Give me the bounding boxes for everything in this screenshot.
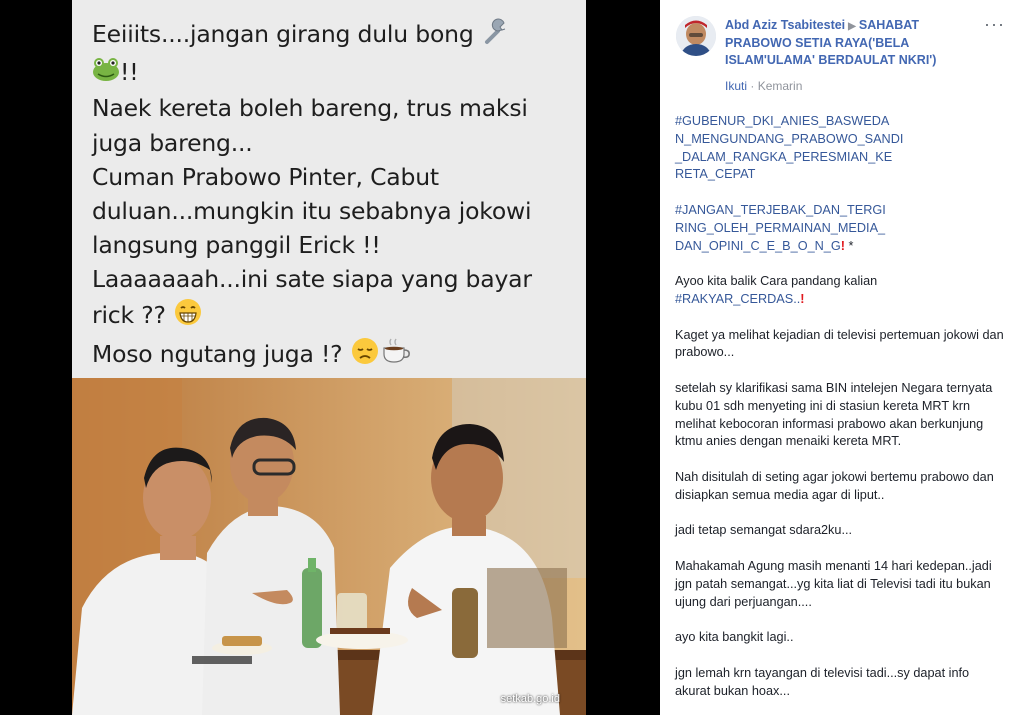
hashtag-link[interactable]: #GUBENUR_DKI_ANIES_BASWEDA N_MENGUNDANG_… — [675, 113, 1007, 184]
post-paragraph: Mahakamah Agung masih menanti 14 hari ke… — [675, 558, 992, 609]
meme-line-5: Cuman Prabowo Pinter, Cabut — [92, 162, 439, 191]
meme-line-4: juga bareng... — [92, 128, 253, 157]
post-paragraph: jadi tetap semangat sdara2ku... — [675, 523, 853, 538]
post-meta: Ikuti · Kemarin — [725, 79, 802, 93]
post-body: #GUBENUR_DKI_ANIES_BASWEDA N_MENGUNDANG_… — [675, 113, 1007, 715]
post-paragraph: ayo kita bangkit lagi.. — [675, 630, 794, 645]
meme-line-1: Eeiiits....jangan girang dulu bong — [92, 20, 474, 49]
post-paragraph: Ayoo kita balik Cara pandang kalian — [675, 274, 878, 289]
frog-icon — [92, 56, 120, 91]
hashtag-part: #GUBENUR_DKI_ANIES_BASWEDA — [675, 114, 890, 128]
post-paragraph: Nah disitulah di seting agar jokowi bert… — [675, 469, 994, 502]
follow-button[interactable]: Ikuti — [725, 79, 747, 93]
meme-line-7: langsung panggil Erick !! — [92, 231, 381, 260]
meta-separator: · — [750, 79, 755, 93]
hashtag-part: N_MENGUNDANG_PRABOWO_SANDI — [675, 131, 904, 146]
photo-credit: setkab.go.id — [500, 693, 560, 705]
photo-scene: setkab.go.id — [72, 378, 586, 715]
post-paragraph: Kaget ya melihat kejadian di televisi pe… — [675, 327, 1004, 360]
hashtag-suffix: * — [844, 238, 854, 253]
meme-line-6: duluan...mungkin itu sebabnya jokowi — [92, 196, 532, 225]
hashtag-link[interactable]: #JANGAN_TERJEBAK_DAN_TERGI RING_OLEH_PER… — [675, 202, 1007, 255]
hashtag-part: #JANGAN_TERJEBAK_DAN_TERGI — [675, 202, 886, 217]
hashtag-part: RETA_CEPAT — [675, 167, 756, 182]
photo-viewer: Eeiiits....jangan girang dulu bong !! Na… — [0, 0, 660, 715]
more-options-icon[interactable]: ··· — [984, 14, 1005, 35]
post-panel: Abd Aziz Tsabitestei ▶ SAHABAT PRABOWO SET… — [660, 0, 1020, 715]
coffee-icon — [380, 336, 412, 375]
hashtag-link[interactable]: #RAKYAR_CERDAS.. — [675, 292, 800, 306]
post-paragraph: jgn lemah krn tayangan di televisi tadi.… — [675, 665, 970, 698]
post-time[interactable]: Kemarin — [758, 79, 803, 93]
post-header: Abd Aziz Tsabitestei ▶ SAHABAT PRABOWO SET… — [725, 17, 987, 69]
red-exclamation-icon: ! — [800, 291, 805, 306]
post-paragraph: setelah sy klarifikasi sama BIN inteleje… — [675, 380, 993, 449]
hashtag-part: RING_OLEH_PERMAINAN_MEDIA_ — [675, 220, 886, 235]
meme-line-8: Laaaaaaah...ini sate siapa yang bayar — [92, 265, 532, 294]
avatar[interactable] — [676, 16, 716, 56]
sad-face-icon — [350, 336, 380, 375]
post-photo[interactable]: Eeiiits....jangan girang dulu bong !! Na… — [72, 0, 586, 715]
meme-line-2: !! — [120, 58, 139, 87]
author-name[interactable]: Abd Aziz Tsabitestei — [725, 18, 845, 32]
hashtag-part: DAN_OPINI_C_E_B_O_N_G — [675, 238, 841, 253]
hashtag-part: _DALAM_RANGKA_PERESMIAN_KE — [675, 149, 893, 164]
meme-caption: Eeiiits....jangan girang dulu bong !! Na… — [92, 16, 576, 375]
meme-line-3: Naek kereta boleh bareng, trus maksi — [92, 94, 528, 123]
arrow-right-icon: ▶ — [848, 21, 856, 32]
meme-line-9: rick ?? — [92, 300, 166, 329]
meme-line-10: Moso ngutang juga !? — [92, 339, 343, 368]
wrench-icon — [481, 16, 511, 55]
grin-icon — [173, 297, 203, 336]
people-eating-illustration — [72, 378, 586, 715]
